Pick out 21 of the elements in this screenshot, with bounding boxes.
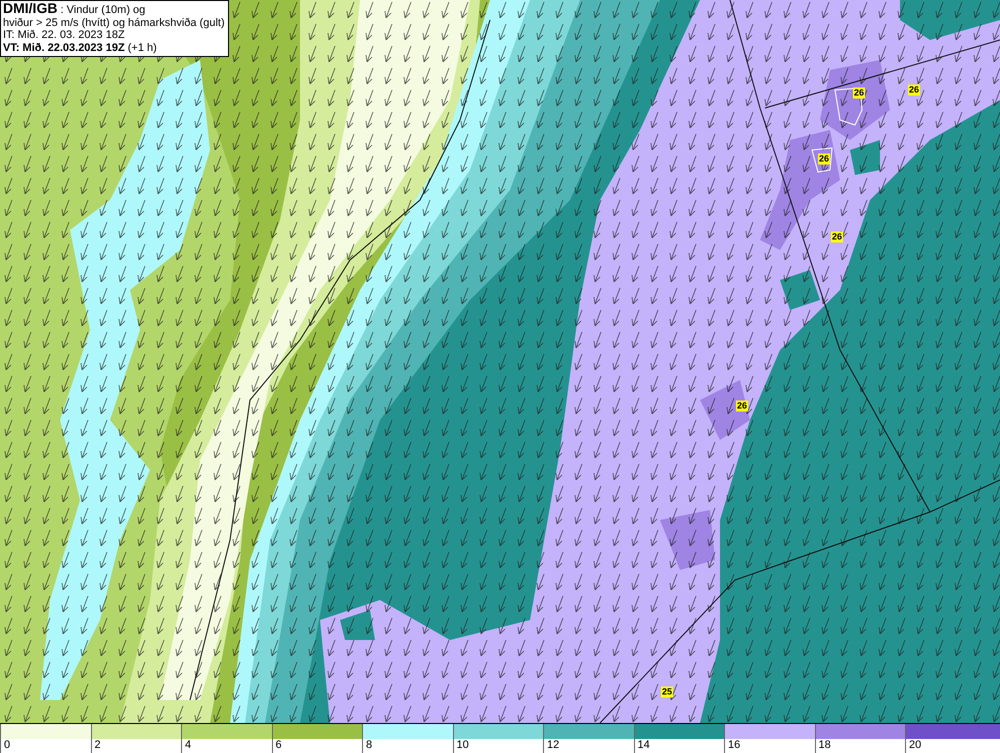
legend-tick-label: 4 <box>185 739 192 752</box>
max-gust-label: 25 <box>661 686 673 698</box>
title-line: VT: Mið. 22.03.2023 19Z (+1 h) <box>3 42 158 54</box>
legend-tick-label: 18 <box>818 739 831 752</box>
legend-tick-label: 20 <box>909 739 922 752</box>
max-gust-label: 26 <box>736 400 748 412</box>
title-line: IT: Mið. 22. 03. 2023 18Z <box>3 29 126 42</box>
legend-tick-label: 2 <box>94 739 101 752</box>
max-gust-label: 26 <box>818 154 830 164</box>
max-gust-label: 26 <box>831 232 843 242</box>
legend-tick-label: 10 <box>456 739 469 752</box>
max-gust-label: 26 <box>853 88 865 98</box>
title-line: DMI/IGB : Vindur (10m) og <box>3 2 146 16</box>
legend-tick-label: 8 <box>366 739 372 752</box>
legend-tick-label: 6 <box>276 739 282 752</box>
legend-tick-label: 0 <box>4 739 10 752</box>
title-line: hviður > 25 m/s (hvítt) og hámarkshviða (gult) <box>3 16 225 29</box>
legend-tick-label: 16 <box>728 739 740 752</box>
legend-tick-label: 12 <box>547 739 560 752</box>
legend-tick-label: 14 <box>638 739 650 752</box>
max-gust-label: 26 <box>908 84 920 96</box>
